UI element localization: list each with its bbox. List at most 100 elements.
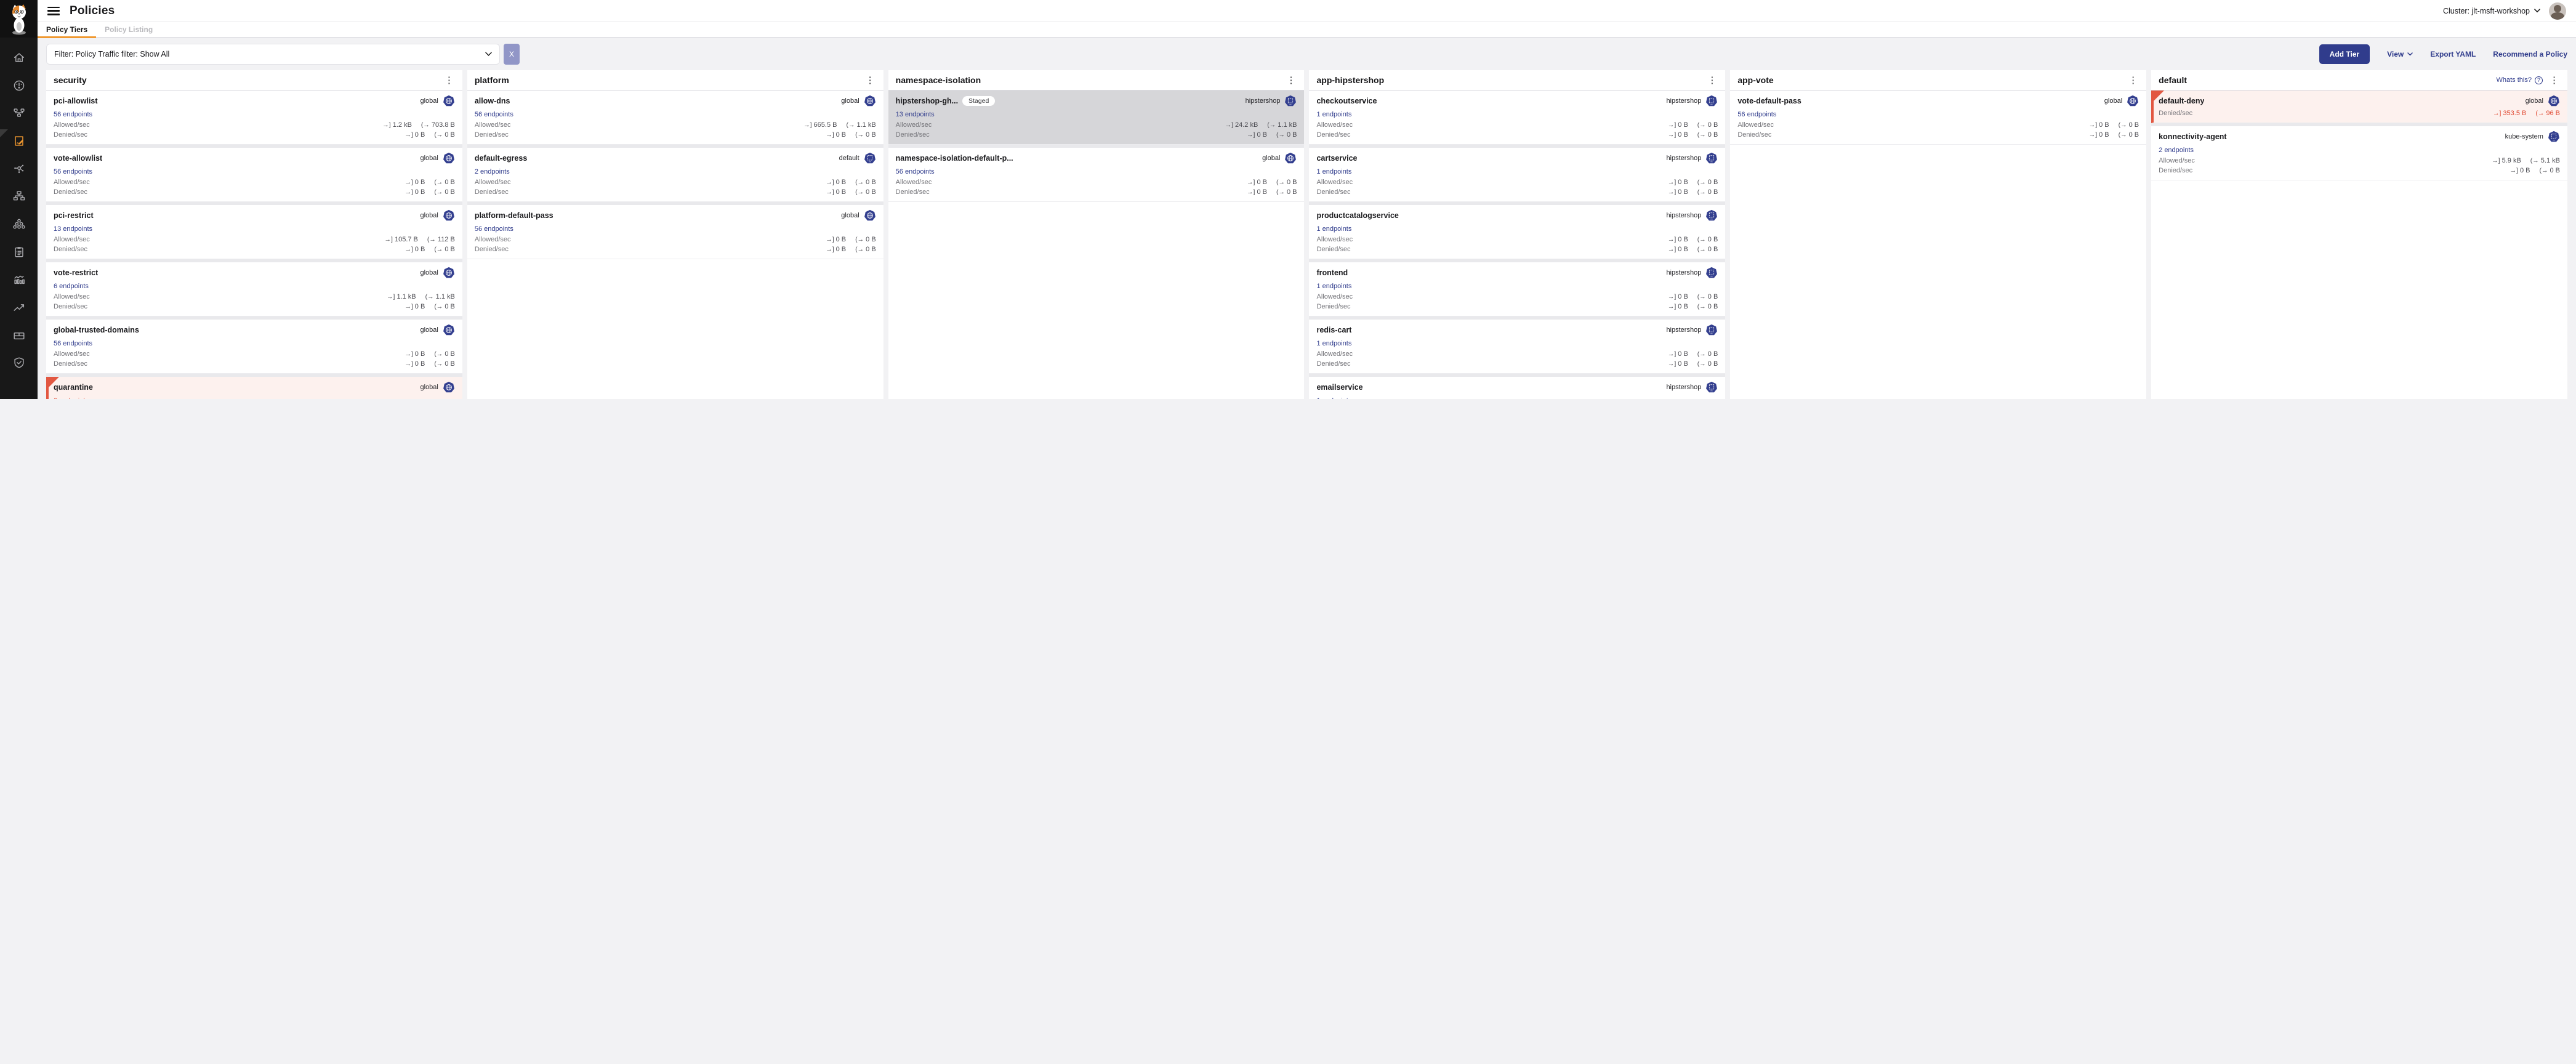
policy-card-default-deny[interactable]: default-denyglobal Denied/sec →]353.5 B … — [2151, 91, 2567, 123]
sidebar-item-home[interactable] — [0, 44, 38, 71]
global-scope-icon — [443, 209, 455, 222]
policy-card-global-trusted-domains[interactable]: global-trusted-domainsglobal 56 endpoint… — [46, 320, 462, 374]
tier-name: app-hipstershop — [1316, 75, 1384, 85]
policy-card-namespace-isolation-default-p[interactable]: namespace-isolation-default-p...global 5… — [888, 148, 1305, 202]
inbound-icon: →] — [2493, 110, 2501, 117]
clear-filter-button[interactable]: X — [504, 44, 520, 65]
tier-menu-icon[interactable]: ⋮ — [2548, 76, 2560, 85]
policy-card-header: global-trusted-domainsglobal — [54, 324, 455, 336]
tab-policy-listing[interactable]: Policy Listing — [96, 22, 161, 37]
inbound-icon: →] — [405, 188, 413, 196]
endpoints-link[interactable]: 1 endpoints — [1316, 397, 1351, 399]
traffic-row: Denied/sec →]0 B (→0 B — [475, 187, 876, 197]
policy-card-default-egress[interactable]: default-egressdefault ns2 endpoints Allo… — [467, 148, 883, 202]
sidebar-item-trend[interactable] — [0, 293, 38, 321]
avatar[interactable] — [2549, 2, 2566, 20]
endpoints-link[interactable]: 56 endpoints — [54, 340, 92, 347]
policy-card-emailservice[interactable]: emailservicehipstershop ns1 endpoints Al… — [1309, 377, 1725, 399]
policy-card-list: allow-dnsglobal 56 endpoints Allowed/sec… — [467, 91, 883, 259]
menu-icon[interactable] — [47, 7, 60, 15]
policy-card-header: platform-default-passglobal — [475, 209, 876, 222]
policy-card-checkoutservice[interactable]: checkoutservicehipstershop ns1 endpoints… — [1309, 91, 1725, 145]
view-menu-button[interactable]: View — [2387, 50, 2413, 58]
policy-card-allow-dns[interactable]: allow-dnsglobal 56 endpoints Allowed/sec… — [467, 91, 883, 145]
outbound-icon: (→ — [855, 246, 864, 253]
traffic-row: Denied/sec →]0 B (→0 B — [475, 244, 876, 254]
endpoints-link[interactable]: 56 endpoints — [54, 168, 92, 175]
sidebar-item-timeline[interactable] — [0, 265, 38, 293]
tier-menu-icon[interactable]: ⋮ — [1285, 76, 1297, 85]
policy-scope: global — [420, 155, 438, 162]
endpoints-link[interactable]: 1 endpoints — [1316, 168, 1351, 175]
policy-filter-select[interactable]: Filter: Policy Traffic filter: Show All — [46, 44, 500, 65]
traffic-row: Denied/sec →]0 B (→0 B — [1737, 130, 2139, 140]
endpoints-link[interactable]: 56 endpoints — [475, 111, 513, 118]
policy-card-list: checkoutservicehipstershop ns1 endpoints… — [1309, 91, 1725, 399]
sidebar-item-storage[interactable] — [0, 321, 38, 349]
calico-cat-logo[interactable] — [0, 0, 38, 38]
inbound-icon: →] — [387, 293, 395, 300]
sidebar-item-nodes[interactable] — [0, 210, 38, 238]
policy-scope: global — [841, 212, 859, 219]
policy-card-cartservice[interactable]: cartservicehipstershop ns1 endpoints All… — [1309, 148, 1725, 202]
export-yaml-button[interactable]: Export YAML — [2430, 50, 2476, 58]
endpoints-link[interactable]: 6 endpoints — [54, 283, 89, 290]
recommend-policy-button[interactable]: Recommend a Policy — [2493, 50, 2567, 58]
endpoints-link[interactable]: 1 endpoints — [1316, 340, 1351, 347]
endpoints-link[interactable]: 0 endpoints — [54, 397, 89, 399]
endpoints-link[interactable]: 56 endpoints — [475, 225, 513, 233]
policy-card-pci-restrict[interactable]: pci-restrictglobal 13 endpoints Allowed/… — [46, 205, 462, 259]
policy-card-vote-allowlist[interactable]: vote-allowlistglobal 56 endpoints Allowe… — [46, 148, 462, 202]
endpoints-link[interactable]: 13 endpoints — [896, 111, 935, 118]
tab-policy-tiers[interactable]: Policy Tiers — [38, 22, 96, 37]
whats-this-link[interactable]: Whats this? ? — [2497, 76, 2543, 84]
endpoints-link[interactable]: 1 endpoints — [1316, 111, 1351, 118]
sidebar-item-service-graph[interactable] — [0, 99, 38, 127]
sidebar-item-policies[interactable] — [0, 127, 38, 155]
endpoints-link[interactable]: 2 endpoints — [2159, 147, 2194, 154]
policy-scope: hipstershop — [1246, 97, 1281, 105]
sidebar-item-shield[interactable] — [0, 349, 38, 376]
tier-menu-icon[interactable]: ⋮ — [1706, 76, 1718, 85]
policy-card-redis-cart[interactable]: redis-carthipstershop ns1 endpoints Allo… — [1309, 320, 1725, 374]
policy-card-konnectivity-agent[interactable]: konnectivity-agentkube-system ns2 endpoi… — [2151, 126, 2567, 180]
cluster-selector[interactable]: Cluster: jlt-msft-workshop — [2443, 7, 2540, 15]
tier-menu-icon[interactable]: ⋮ — [443, 76, 455, 85]
tier-menu-icon[interactable]: ⋮ — [864, 76, 876, 85]
traffic-row: Allowed/sec →]0 B (→0 B — [54, 349, 455, 359]
policy-card-vote-default-pass[interactable]: vote-default-passglobal 56 endpoints All… — [1730, 91, 2146, 145]
policy-card-pci-allowlist[interactable]: pci-allowlistglobal 56 endpoints Allowed… — [46, 91, 462, 145]
policy-card-frontend[interactable]: frontendhipstershop ns1 endpoints Allowe… — [1309, 262, 1725, 316]
svg-text:ns: ns — [1711, 161, 1713, 163]
global-scope-icon — [864, 95, 876, 107]
namespace-scope-icon: ns — [1705, 95, 1718, 107]
tier-column-app-vote: app-vote ⋮ vote-default-passglobal 56 en… — [1730, 70, 2146, 399]
endpoints-link[interactable]: 56 endpoints — [1737, 111, 1776, 118]
sidebar-item-dashboard[interactable] — [0, 71, 38, 99]
policy-name: pci-restrict — [54, 211, 94, 220]
sidebar-item-network-sets[interactable] — [0, 155, 38, 182]
endpoints-link[interactable]: 13 endpoints — [54, 225, 92, 233]
tier-menu-icon[interactable]: ⋮ — [2127, 76, 2139, 85]
endpoints-link[interactable]: 2 endpoints — [475, 168, 510, 175]
policy-card-header: productcatalogservicehipstershop ns — [1316, 209, 1718, 222]
inbound-icon: →] — [1668, 179, 1676, 186]
add-tier-button[interactable]: Add Tier — [2319, 44, 2370, 64]
endpoints-link[interactable]: 56 endpoints — [896, 168, 935, 175]
traffic-row: Denied/sec →]0 B (→0 B — [1316, 359, 1718, 369]
policy-scope: hipstershop — [1666, 97, 1701, 105]
outbound-icon: (→ — [1697, 303, 1706, 310]
policy-card-hipstershop-gh[interactable]: hipstershop-gh...Stagedhipstershop ns13 … — [888, 91, 1305, 145]
inbound-icon: →] — [2510, 167, 2518, 174]
inbound-icon: →] — [1668, 360, 1676, 368]
endpoints-link[interactable]: 1 endpoints — [1316, 225, 1351, 233]
tier-header: app-hipstershop ⋮ — [1309, 70, 1725, 91]
sidebar-item-compliance[interactable] — [0, 238, 38, 265]
policy-card-vote-restrict[interactable]: vote-restrictglobal 6 endpoints Allowed/… — [46, 262, 462, 316]
endpoints-link[interactable]: 56 endpoints — [54, 111, 92, 118]
endpoints-link[interactable]: 1 endpoints — [1316, 283, 1351, 290]
policy-card-productcatalogservice[interactable]: productcatalogservicehipstershop ns 1 end… — [1309, 205, 1725, 259]
sidebar-item-endpoints[interactable] — [0, 182, 38, 210]
policy-card-platform-default-pass[interactable]: platform-default-passglobal 56 endpoints… — [467, 205, 883, 259]
policy-card-quarantine[interactable]: quarantineglobal 0 endpoints — [46, 377, 462, 399]
